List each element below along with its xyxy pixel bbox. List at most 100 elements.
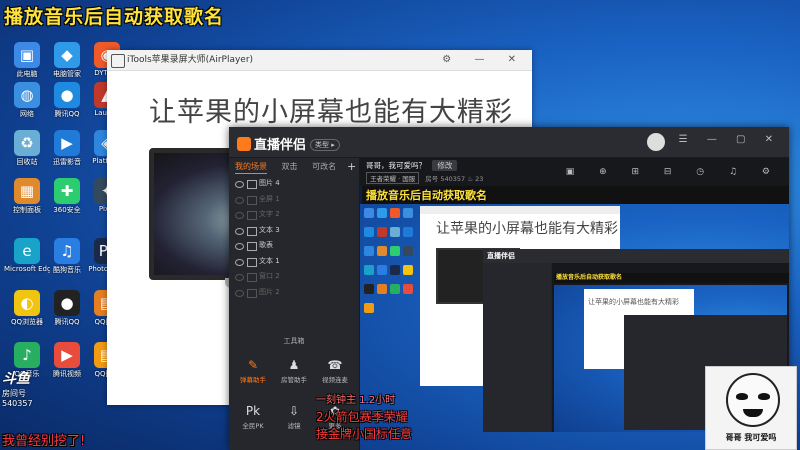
category-tag[interactable]: 王者荣耀 · 国服: [366, 172, 420, 184]
tool-icon: ♟: [288, 358, 300, 372]
tool-icon: ⇩: [288, 404, 300, 418]
app-icon: ♻: [14, 130, 40, 156]
eye-icon[interactable]: [235, 243, 244, 250]
gift-line-3: 接金牌小国标任意: [316, 427, 413, 441]
app-icon: ●: [54, 82, 80, 108]
preview-icon: [364, 227, 374, 237]
source-item[interactable]: 窗口 2: [229, 269, 359, 285]
toolbox-item[interactable]: ☎ 视频连麦: [315, 358, 355, 384]
tool-label: 视频连麦: [322, 376, 348, 384]
toolbox-label: 工具箱: [283, 337, 305, 345]
meme-sticker: 哥哥 我可爱吗: [705, 366, 797, 450]
preview-app-left: [483, 263, 551, 432]
tool-label: 全民PK: [242, 422, 264, 430]
source-label: 文字 2: [259, 210, 280, 218]
bottom-left-caption: 我曾经别挖了!: [2, 434, 86, 449]
tab-double-click[interactable]: 双击: [282, 162, 298, 171]
douyu-room-label: 房间号: [2, 389, 26, 398]
source-item[interactable]: 图片 4: [229, 176, 359, 192]
app-icon: ▣: [14, 42, 40, 68]
app-icon: ◐: [14, 290, 40, 316]
toolbox-item[interactable]: Pk 全民PK: [233, 404, 273, 430]
airplayer-titlebar[interactable]: iTools苹果录屏大师(AirPlayer) ⚙ — ✕: [107, 50, 532, 71]
eye-icon[interactable]: [235, 181, 244, 188]
toolbox-item[interactable]: ✎ 弹幕助手: [233, 358, 273, 384]
gift-line-2: 2火箭包赛季荣耀: [316, 410, 408, 424]
preview-icon: [390, 227, 400, 237]
eye-icon[interactable]: [235, 289, 244, 297]
source-item[interactable]: 全屏 1: [229, 192, 359, 208]
toolbox-item[interactable]: ♟ 房管助手: [274, 358, 314, 384]
source-type-icon: [247, 226, 257, 236]
preview-icon: [390, 246, 400, 256]
heat-count: 23: [475, 175, 484, 183]
avatar[interactable]: [647, 133, 665, 151]
preview-icon: [377, 208, 387, 218]
app-titlebar[interactable]: 直播伴侣 类型 ▸ ☰ — ▢ ✕: [229, 127, 789, 158]
app-icon: ▦: [14, 178, 40, 204]
app-logo: 直播伴侣 类型 ▸: [237, 134, 340, 153]
app-icon: ◆: [54, 42, 80, 68]
source-item[interactable]: 文字 2: [229, 207, 359, 223]
preview-icon: [390, 265, 400, 275]
app-icon: ♪: [14, 342, 40, 368]
preview-icon: [390, 208, 400, 218]
edit-room-button[interactable]: 修改: [432, 160, 458, 171]
window-controls[interactable]: ⚙ — ✕: [442, 50, 526, 70]
douyu-logo: 斗鱼: [2, 371, 30, 387]
source-type-icon: [247, 242, 257, 251]
eye-icon[interactable]: [235, 212, 244, 219]
airplayer-slogan: 让苹果的小屏幕也能有大精彩: [149, 97, 513, 128]
source-type-icon: [247, 288, 257, 298]
preview-icon: [403, 284, 413, 294]
toolbox-item[interactable]: ⇩ 滤镜: [274, 404, 314, 430]
tool-icon: Pk: [245, 404, 261, 418]
type-badge[interactable]: 类型 ▸: [310, 139, 340, 151]
room-id-label: 房号: [425, 175, 439, 183]
preview-app-bar: 直播伴侣: [483, 249, 789, 263]
preview-icon: [390, 284, 400, 294]
preview-icon: [403, 227, 413, 237]
window-controls[interactable]: ☰ — ▢ ✕: [679, 134, 781, 145]
app-icon: ✚: [54, 178, 80, 204]
eye-icon[interactable]: [235, 258, 244, 266]
room-meta: 王者荣耀 · 国服 房号 540357 ♨ 23: [366, 172, 483, 184]
app-icon: ▶: [54, 130, 80, 156]
source-label: 文本 1: [259, 256, 280, 265]
eye-icon[interactable]: [235, 274, 244, 281]
source-item[interactable]: 文本 1: [229, 254, 359, 270]
source-type-icon: [247, 211, 257, 220]
preview-icon: [377, 265, 387, 275]
preview-icon: [377, 284, 387, 294]
source-label: 图片 4: [259, 179, 280, 187]
tab-rename[interactable]: 可改名: [312, 162, 336, 171]
source-type-icon: [247, 180, 257, 189]
preview-icon: [364, 246, 374, 256]
room-id: 540357: [440, 175, 466, 183]
source-label: 全屏 1: [259, 194, 280, 203]
source-type-icon: [247, 257, 257, 267]
source-item[interactable]: 图片 2: [229, 285, 359, 301]
preview-icon: [377, 227, 387, 237]
tab-my-scene[interactable]: 我的场景: [235, 162, 267, 174]
source-item[interactable]: 歌表: [229, 238, 359, 254]
eye-icon[interactable]: [235, 196, 244, 204]
app-name: 直播伴侣: [254, 138, 307, 153]
source-type-icon: [247, 273, 257, 282]
eye-icon[interactable]: [235, 227, 244, 235]
logo-icon: [237, 137, 251, 151]
app-icon: ●: [54, 290, 80, 316]
preview-icon: [377, 246, 387, 256]
tool-label: 弹幕助手: [240, 376, 266, 384]
panda-face-icon: [726, 373, 780, 427]
add-scene-button[interactable]: +: [347, 158, 356, 176]
source-item[interactable]: 文本 3: [229, 223, 359, 239]
preview-icon: [364, 265, 374, 275]
preview-slogan: 让苹果的小屏幕也能有大精彩: [436, 221, 618, 237]
preview-airplayer-bar: [420, 206, 620, 214]
room-info-bar: 哥哥，我可爱吗？ 修改 王者荣耀 · 国服 房号 540357 ♨ 23 ▣ ⊕…: [360, 158, 789, 184]
tool-icon: ✎: [247, 358, 259, 372]
source-label: 歌表: [259, 241, 273, 249]
desktop: 播放音乐后自动获取歌名 ▣此电脑◆电脑管家◉DYTeES◍网络●腾讯QQ▲Lau…: [0, 0, 800, 450]
toolbar-icons[interactable]: ▣ ⊕ ⊞ ⊟ ◷ ♫ ⚙: [566, 167, 781, 177]
